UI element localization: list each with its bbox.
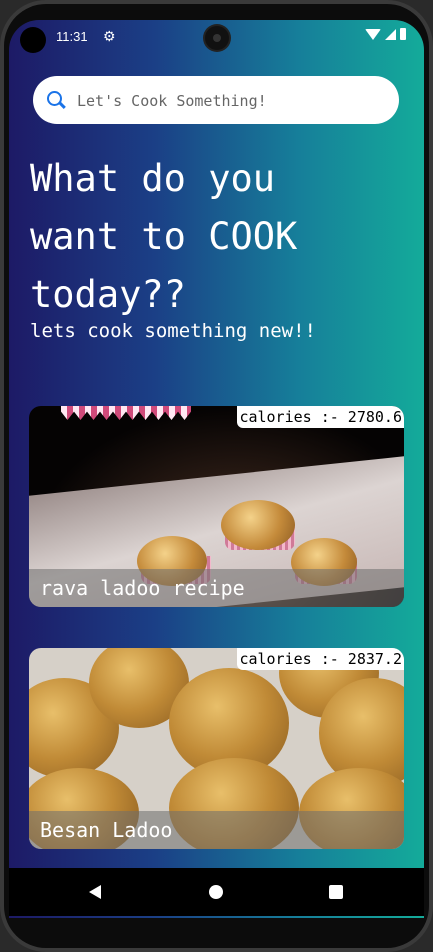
search-bar[interactable] [33,76,399,124]
recipe-card[interactable]: calories :- 2837.2 Besan Ladoo [29,648,404,849]
navigation-bar [9,868,424,916]
calories-badge: calories :- 2780.6 [237,406,404,428]
search-icon [47,91,62,106]
back-icon[interactable] [89,885,101,899]
status-time: 11:31 [56,29,88,44]
title-line-1: What do you [30,157,276,200]
battery-icon [400,28,406,40]
recipe-title: Besan Ladoo [29,811,404,849]
search-input[interactable] [75,88,379,114]
wifi-icon [365,28,381,40]
signal-icon [385,28,396,40]
camera-cutout [20,27,46,53]
front-camera [205,26,229,50]
recipe-card[interactable]: calories :- 2780.6 rava ladoo recipe [29,406,404,607]
gear-icon: ⚙ [103,28,116,44]
title-line-3: today?? [30,273,186,316]
page-title: What do you want to COOK today?? [30,150,420,324]
page-subtitle: lets cook something new!! [30,320,316,342]
status-bar: 11:31 ⚙ [9,20,424,54]
system-icons [365,28,406,40]
home-icon[interactable] [209,885,223,899]
title-line-2: want to COOK [30,215,298,258]
calories-badge: calories :- 2837.2 [237,648,404,670]
recents-icon[interactable] [329,885,343,899]
recipe-title: rava ladoo recipe [29,569,404,607]
app-screen: 11:31 ⚙ What do you want to COOK today??… [9,20,424,918]
